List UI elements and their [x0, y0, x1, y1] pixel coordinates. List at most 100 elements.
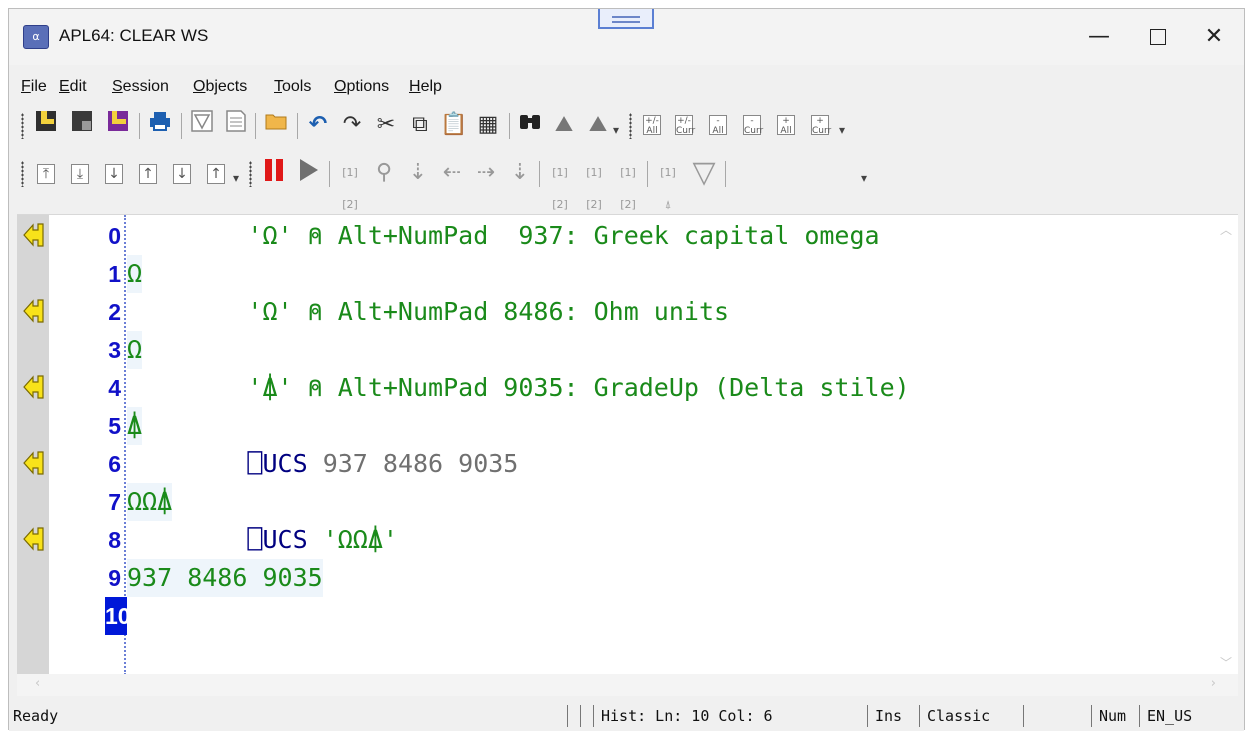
step-line-button[interactable]: [1] [2]	[613, 157, 643, 211]
down-button[interactable]: ↓	[167, 157, 197, 189]
trace-icon: [1] ⍋	[660, 166, 676, 211]
input-line-arrow-icon	[23, 299, 44, 323]
line-down-button[interactable]: ↓	[99, 157, 129, 189]
session-line[interactable]: 7 ΩΩ⍋	[17, 483, 1238, 521]
snap-layout-handle[interactable]	[598, 9, 654, 29]
load-workspace-button[interactable]	[67, 109, 97, 141]
session-line[interactable]: 6 ⎕UCS 937 8486 9035	[17, 445, 1238, 483]
expand-current-button[interactable]: +/- Curr	[669, 109, 699, 141]
status-locale: EN_US	[1147, 707, 1193, 725]
find-next-button[interactable]: ⛰	[583, 109, 613, 141]
menu-tools[interactable]: Tools	[274, 78, 311, 96]
save-workspace-button[interactable]	[103, 109, 133, 141]
toolbar2-overflow-icon[interactable]: ▾	[233, 171, 239, 185]
toolbar-grip[interactable]	[21, 113, 24, 139]
session-line[interactable]: 0 'Ω' ⍝ Alt+NumPad 937: Greek capital om…	[17, 217, 1238, 255]
menu-session[interactable]: Session	[112, 78, 169, 96]
cut-button[interactable]: ✂	[371, 109, 401, 141]
collapse-all-button[interactable]: - All	[703, 109, 733, 141]
session-line[interactable]: 5 ⍋	[17, 407, 1238, 445]
close-button[interactable]: ✕	[1191, 19, 1237, 55]
expand-all-button[interactable]: +/- All	[637, 109, 667, 141]
line-number: 8	[108, 527, 121, 553]
plus-all-button[interactable]: + All	[771, 109, 801, 141]
session-line[interactable]: 9 937 8486 9035	[17, 559, 1238, 597]
toolbar1-overflow-icon[interactable]: ▾	[613, 123, 619, 137]
session-line[interactable]: 10	[17, 597, 1238, 635]
trace-button[interactable]: [1] ⍋	[653, 157, 683, 211]
next-line-button[interactable]: [1] [2]	[579, 157, 609, 211]
pause-button[interactable]	[259, 157, 289, 189]
menu-help[interactable]: Help	[409, 78, 442, 96]
new-variable-button[interactable]	[221, 109, 251, 141]
new-function-button[interactable]	[187, 109, 217, 141]
step-over-icon: ⚲	[375, 160, 393, 185]
session-editor[interactable]: 0 'Ω' ⍝ Alt+NumPad 937: Greek capital om…	[17, 214, 1238, 675]
step-out-button[interactable]: ⇣	[403, 157, 433, 189]
up-button[interactable]: ↑	[201, 157, 231, 189]
forward-button[interactable]: ⇢	[471, 157, 501, 189]
menu-edit[interactable]: Edit	[59, 78, 87, 96]
continue-button[interactable]: ⇣	[505, 157, 535, 189]
up-icon: ↑	[207, 163, 225, 184]
input-line-arrow-icon	[23, 223, 44, 247]
status-insert-mode[interactable]: Ins	[875, 707, 902, 725]
line-up-button[interactable]: ↑	[133, 157, 163, 189]
next-line-icon: [1] [2]	[586, 166, 602, 211]
string-literal: '⍋'	[247, 373, 293, 402]
find-previous-button[interactable]: ⛰	[549, 109, 579, 141]
find-button[interactable]	[515, 109, 545, 141]
vertical-scrollbar[interactable]: ︿ ﹀	[1218, 215, 1238, 675]
pause-icon	[265, 159, 283, 181]
status-keyboard[interactable]: Classic	[927, 707, 990, 725]
apl64-app-icon[interactable]: ⍺	[23, 25, 49, 49]
top-button[interactable]: ⤒	[31, 157, 61, 189]
step-over-button[interactable]: ⚲	[369, 157, 399, 189]
maximize-button[interactable]	[1135, 19, 1181, 55]
session-line[interactable]: 2 'Ω' ⍝ Alt+NumPad 8486: Ohm units	[17, 293, 1238, 331]
title-bar[interactable]: ⍺ APL64: CLEAR WS — ✕	[9, 9, 1244, 65]
stop-button[interactable]: ▽	[689, 157, 719, 189]
session-line[interactable]: 1Ω	[17, 255, 1238, 293]
bottom-button[interactable]: ⤓	[65, 157, 95, 189]
redo-button[interactable]: ↷	[337, 109, 367, 141]
copy-icon: ⧉	[412, 112, 428, 137]
collapse-current-button[interactable]: - Curr	[737, 109, 767, 141]
back-button[interactable]: ⇠	[437, 157, 467, 189]
select-all-button[interactable]: ▦	[473, 109, 503, 141]
horizontal-scrollbar[interactable]: ‹ ›	[17, 674, 1238, 696]
print-button[interactable]	[145, 109, 175, 141]
step-line-icon: [1] [2]	[620, 166, 636, 211]
select-all-icon: ▦	[477, 112, 499, 137]
menu-objects[interactable]: Objects	[193, 78, 247, 96]
toolbar2b-overflow-icon[interactable]: ▾	[861, 171, 867, 185]
toolbar1b-overflow-icon[interactable]: ▾	[839, 123, 845, 137]
minimize-button[interactable]: —	[1076, 19, 1122, 55]
paste-button[interactable]: 📋	[439, 109, 469, 141]
toolbar2-grip[interactable]	[21, 161, 24, 187]
run-to-cursor-icon: [1] [2]	[552, 166, 568, 211]
undo-icon: ↶	[308, 112, 328, 137]
scroll-right-icon[interactable]: ›	[1211, 676, 1216, 691]
collapse-all-icon: - All	[709, 115, 727, 136]
run-to-cursor-button[interactable]: [1] [2]	[545, 157, 575, 211]
run-button[interactable]	[293, 157, 323, 189]
plus-current-button[interactable]: + Curr	[805, 109, 835, 141]
session-line[interactable]: 8 ⎕UCS 'ΩΩ⍋'	[17, 521, 1238, 559]
menu-options[interactable]: Options	[334, 78, 389, 96]
open-folder-button[interactable]	[261, 109, 291, 141]
scroll-down-icon[interactable]: ﹀	[1220, 654, 1232, 671]
menu-file[interactable]: File	[21, 78, 47, 96]
print-icon	[150, 112, 170, 131]
scroll-up-icon[interactable]: ︿	[1220, 221, 1232, 238]
string-literal: 'Ω'	[247, 221, 293, 250]
find-icon	[520, 115, 540, 129]
copy-button[interactable]: ⧉	[405, 109, 435, 141]
new-workspace-button[interactable]	[31, 109, 61, 141]
scroll-left-icon[interactable]: ‹	[35, 676, 40, 691]
comment-text: ⍝ Alt+NumPad 937: Greek capital omega	[292, 221, 880, 250]
undo-button[interactable]: ↶	[303, 109, 333, 141]
step-into-button[interactable]: [1] [2]	[335, 157, 365, 211]
session-line[interactable]: 3Ω	[17, 331, 1238, 369]
session-line[interactable]: 4 '⍋' ⍝ Alt+NumPad 9035: GradeUp (Delta …	[17, 369, 1238, 407]
